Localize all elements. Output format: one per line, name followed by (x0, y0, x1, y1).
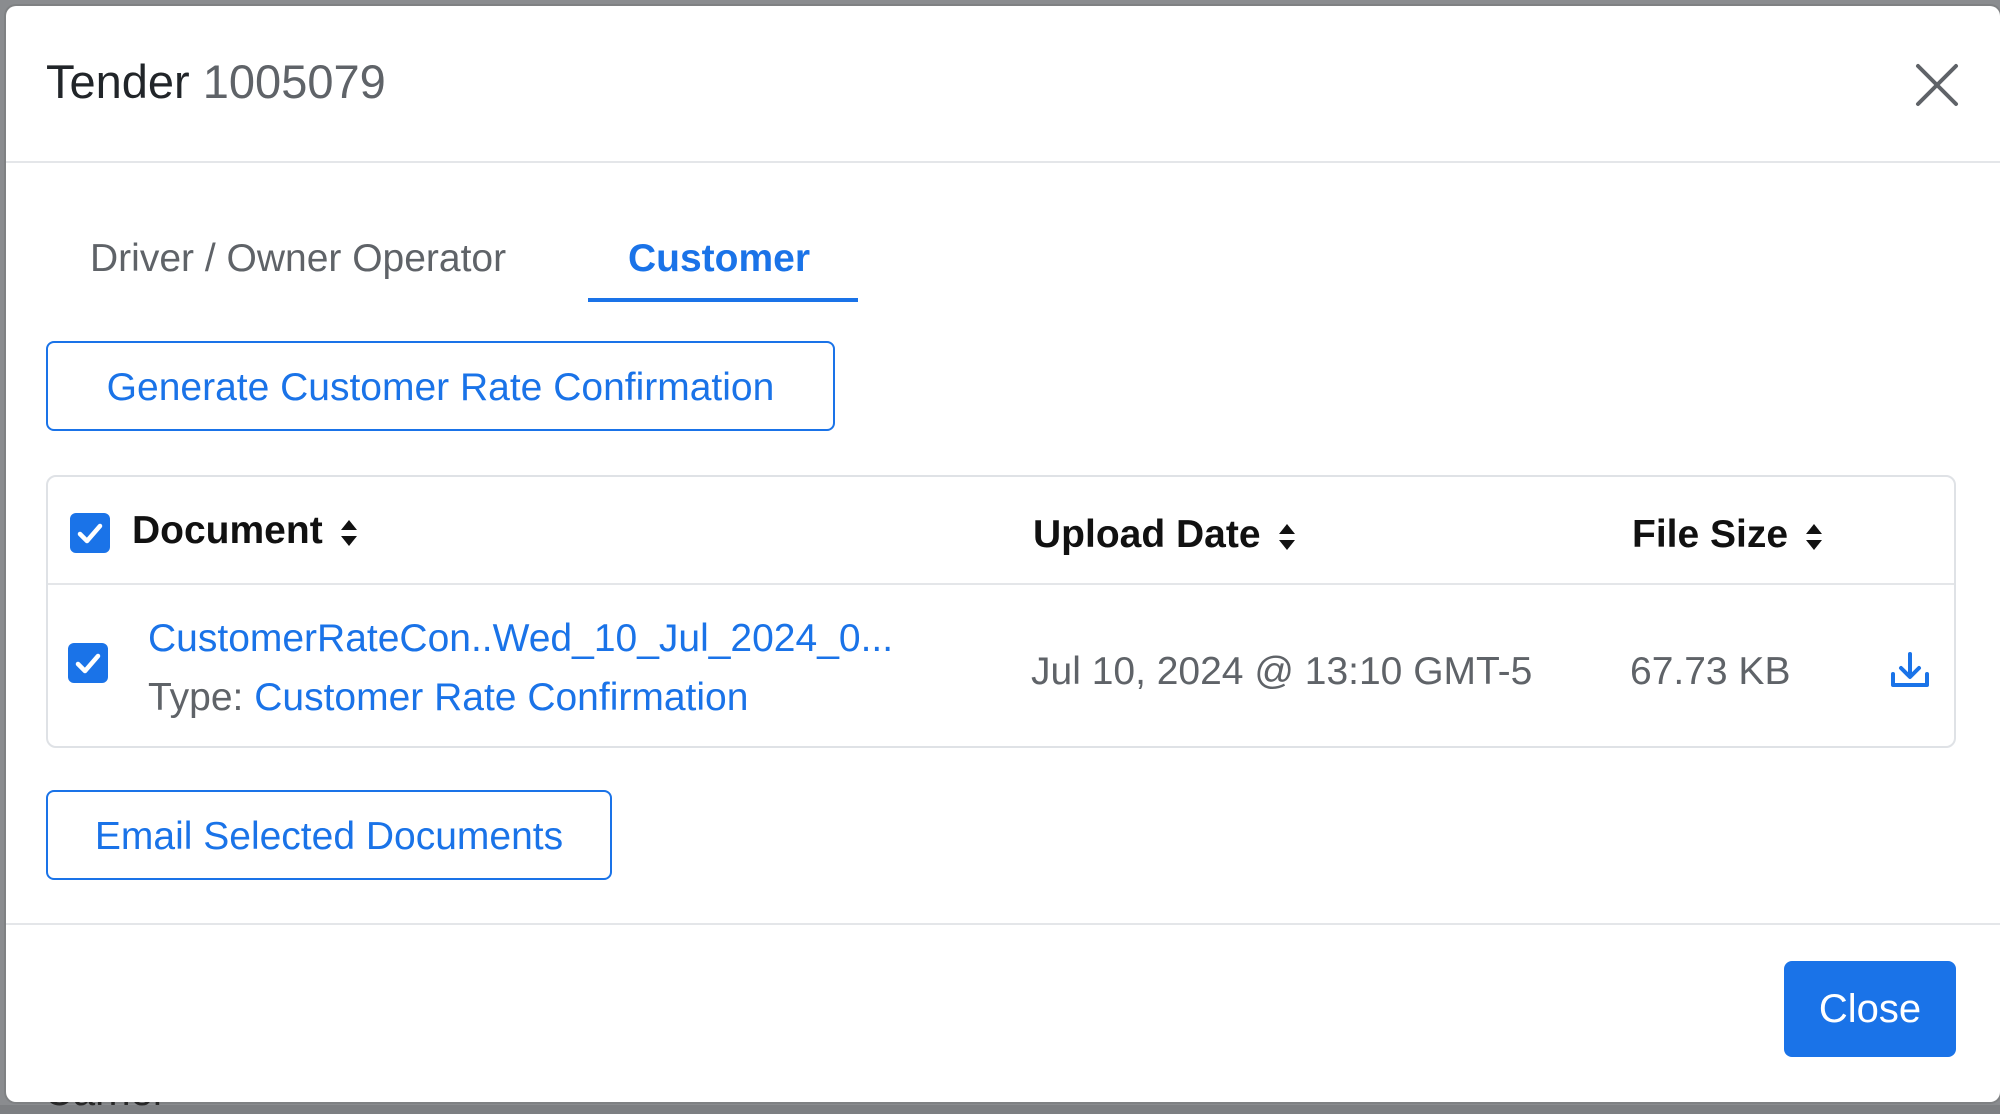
modal-footer: Close (6, 923, 2000, 1102)
tender-modal: Tender 1005079 Driver / Owner Operator C… (6, 6, 2000, 1102)
close-icon[interactable] (1912, 60, 1962, 110)
column-header-upload-date[interactable]: Upload Date (1033, 515, 1297, 554)
tab-customer[interactable]: Customer (588, 206, 858, 302)
file-size-cell: 67.73 KB (1630, 650, 1791, 693)
sort-icon (1806, 523, 1823, 550)
modal-title: Tender 1005079 (46, 58, 386, 105)
select-all-checkbox[interactable] (70, 513, 110, 553)
document-type-value[interactable]: Customer Rate Confirmation (254, 676, 748, 719)
check-icon (77, 523, 103, 544)
download-icon[interactable] (1888, 648, 1932, 692)
document-link[interactable]: CustomerRateCon..Wed_10_Jul_2024_0... (148, 619, 893, 658)
upload-date-cell: Jul 10, 2024 @ 13:10 GMT-5 (1031, 650, 1533, 693)
email-selected-documents-button[interactable]: Email Selected Documents (46, 790, 612, 880)
row-select-checkbox[interactable] (68, 643, 108, 683)
tab-driver-owner-operator[interactable]: Driver / Owner Operator (90, 206, 590, 302)
close-button[interactable]: Close (1784, 961, 1956, 1057)
column-header-document[interactable]: Document (132, 511, 359, 550)
sort-icon (1278, 523, 1295, 550)
modal-title-label: Tender (46, 55, 190, 108)
column-upload-date-label: Upload Date (1033, 513, 1261, 556)
tender-number: 1005079 (202, 55, 386, 108)
tab-bar: Driver / Owner Operator Customer (46, 206, 1046, 306)
tab-customer-label: Customer (628, 237, 811, 280)
column-file-size-label: File Size (1632, 513, 1789, 556)
tab-driver-label: Driver / Owner Operator (90, 237, 507, 280)
document-type: Type: Customer Rate Confirmation (148, 678, 748, 717)
table-header: Document Upload Date File Size (48, 477, 1954, 585)
modal-header: Tender 1005079 (6, 6, 2000, 163)
column-document-label: Document (132, 509, 323, 552)
sort-icon (340, 519, 357, 546)
column-header-file-size[interactable]: File Size (1632, 515, 1824, 554)
document-type-label: Type: (148, 676, 244, 719)
generate-customer-rate-confirmation-button[interactable]: Generate Customer Rate Confirmation (46, 341, 835, 431)
active-tab-indicator (588, 298, 858, 302)
check-icon (75, 653, 101, 674)
